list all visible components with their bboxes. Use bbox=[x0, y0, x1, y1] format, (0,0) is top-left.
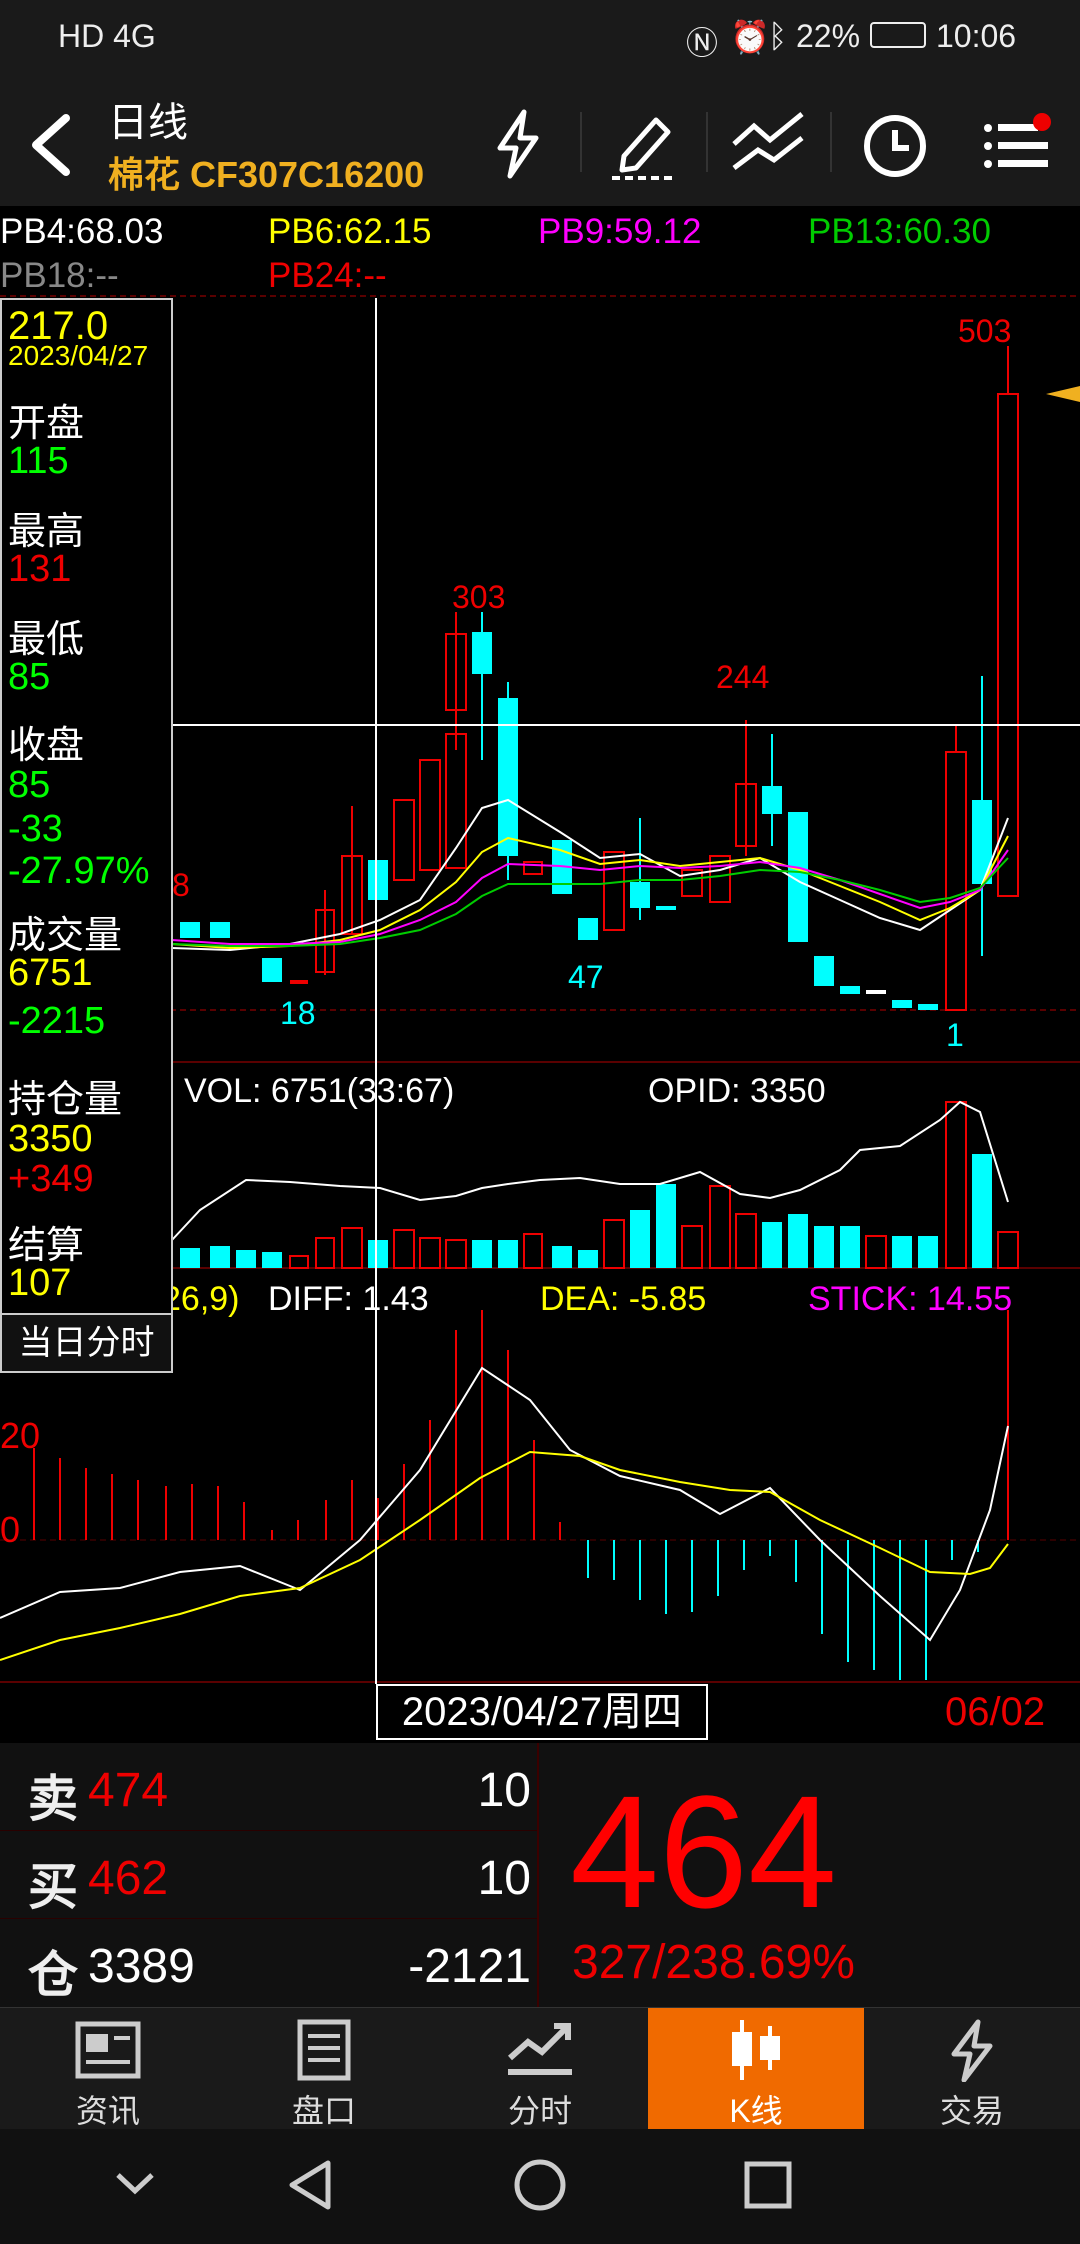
position-label: 仓 bbox=[28, 1947, 78, 2003]
last-price: 464 bbox=[570, 1762, 837, 1941]
page-title: 日线 bbox=[108, 101, 188, 145]
nfc-icon: Ⓝ bbox=[686, 25, 719, 61]
vol-label: VOL: 6751(33:67) bbox=[184, 1072, 454, 1110]
bluetooth-icon: ᛒ bbox=[768, 18, 788, 54]
contract-name: 棉花 CF307C16200 bbox=[108, 154, 425, 195]
peak-label-244: 244 bbox=[716, 659, 769, 695]
info-change-pct: -27.97% bbox=[8, 850, 150, 892]
clock: 10:06 bbox=[936, 18, 1017, 54]
low-label-47: 47 bbox=[568, 959, 604, 995]
system-nav-bar bbox=[0, 2129, 1080, 2244]
diff-label: DIFF: 1.43 bbox=[268, 1280, 429, 1318]
info-settle-label: 结算 bbox=[8, 1225, 85, 1267]
candles bbox=[180, 346, 1019, 1011]
info-close-label: 收盘 bbox=[8, 725, 85, 767]
peak-label-503: 503 bbox=[958, 313, 1011, 349]
position-change: -2121 bbox=[408, 1940, 531, 1993]
ask-label: 卖 bbox=[28, 1771, 78, 1827]
bid-row: 买 462 10 bbox=[0, 1831, 537, 1919]
nav-back-icon[interactable] bbox=[282, 2157, 338, 2213]
info-high: 131 bbox=[8, 548, 72, 590]
tab-trade[interactable]: 交易 bbox=[864, 2008, 1080, 2130]
position-row: 仓 3389 -2121 bbox=[0, 1919, 537, 2007]
last-price-arrow-icon bbox=[1046, 386, 1080, 402]
info-oi-change: +349 bbox=[8, 1158, 94, 1200]
stick-label: STICK: 14.55 bbox=[808, 1280, 1012, 1318]
menu-icon[interactable] bbox=[978, 104, 1058, 184]
info-volume: 6751 bbox=[8, 952, 93, 994]
tab-intraday-label: 分时 bbox=[507, 2093, 572, 2129]
news-icon bbox=[75, 2021, 141, 2079]
info-oi-label: 持仓量 bbox=[8, 1079, 123, 1121]
app-header: 日线 棉花 CF307C16200 bbox=[0, 80, 1080, 206]
info-settle: 107 bbox=[8, 1262, 72, 1304]
tab-news-label: 资讯 bbox=[75, 2093, 140, 2129]
end-date-label: 06/02 bbox=[945, 1690, 1046, 1734]
candlestick-icon bbox=[732, 2020, 780, 2080]
quote-panel: 卖 474 10 买 462 10 仓 3389 -2121 bbox=[0, 1743, 1080, 2007]
history-clock-icon[interactable] bbox=[855, 104, 935, 184]
draw-pen-icon[interactable] bbox=[604, 104, 684, 184]
opid-label: OPID: 3350 bbox=[648, 1072, 826, 1110]
macd-bars bbox=[33, 1310, 1009, 1680]
ask-row: 卖 474 10 bbox=[0, 1743, 537, 1831]
tab-orderbook-label: 盘口 bbox=[291, 2093, 356, 2129]
volume-bars bbox=[180, 1101, 1019, 1269]
ask-qty: 10 bbox=[477, 1764, 531, 1817]
collapse-chevron-icon[interactable] bbox=[110, 2159, 160, 2209]
position-value: 3389 bbox=[88, 1940, 195, 1993]
tab-trade-label: 交易 bbox=[939, 2093, 1004, 2129]
bid-qty: 10 bbox=[477, 1852, 531, 1905]
intraday-icon bbox=[508, 2023, 572, 2075]
tab-intraday[interactable]: 分时 bbox=[432, 2008, 648, 2130]
info-open-label: 开盘 bbox=[8, 403, 85, 445]
info-close: 85 bbox=[8, 764, 51, 806]
info-change: -33 bbox=[8, 808, 63, 850]
tab-orderbook[interactable]: 盘口 bbox=[216, 2008, 432, 2130]
low-label-18: 18 bbox=[280, 995, 316, 1031]
alarm-icon: ⏰ bbox=[730, 19, 770, 55]
battery-percent: 22% bbox=[796, 18, 861, 54]
info-volume-change: -2215 bbox=[8, 1000, 106, 1042]
bottom-tab-bar: 资讯 盘口 分时 K线 交易 bbox=[0, 2007, 1080, 2130]
macd-param-label: 26,9) bbox=[162, 1280, 240, 1318]
low-label-1: 1 bbox=[946, 1017, 964, 1053]
ask-price: 474 bbox=[88, 1764, 169, 1817]
orderbook-icon bbox=[297, 2019, 351, 2081]
price-change: 327/238.69% bbox=[572, 1936, 855, 1989]
nav-recents-icon[interactable] bbox=[742, 2159, 794, 2211]
peak-label-303: 303 bbox=[452, 579, 505, 615]
battery-icon bbox=[870, 22, 926, 48]
tab-kline[interactable]: K线 bbox=[648, 2008, 864, 2130]
info-oi: 3350 bbox=[8, 1118, 93, 1160]
bar-info-panel: 217.0 2023/04/27 开盘 115 最高 131 最低 85 收盘 … bbox=[0, 298, 173, 1373]
info-open: 115 bbox=[8, 440, 69, 482]
macd-axis-0: 0 bbox=[0, 1509, 20, 1550]
bid-price: 462 bbox=[88, 1852, 169, 1905]
edge-label-8: 8 bbox=[172, 867, 190, 903]
lightning-icon[interactable] bbox=[478, 104, 558, 184]
bid-label: 买 bbox=[28, 1859, 78, 1915]
info-volume-label: 成交量 bbox=[8, 915, 123, 957]
nav-home-icon[interactable] bbox=[512, 2157, 568, 2213]
tab-kline-label: K线 bbox=[729, 2093, 783, 2129]
back-button[interactable] bbox=[18, 110, 88, 180]
info-low: 85 bbox=[8, 656, 51, 698]
status-bar: HD 4G Ⓝ ⏰ ᛒ 22% 10:06 bbox=[0, 0, 1080, 80]
trade-icon bbox=[951, 2019, 993, 2082]
indicator-icon[interactable] bbox=[728, 104, 808, 184]
tab-news[interactable]: 资讯 bbox=[0, 2008, 216, 2130]
info-low-label: 最低 bbox=[8, 619, 85, 661]
network-status: HD 4G bbox=[58, 18, 156, 54]
info-high-label: 最高 bbox=[8, 511, 85, 553]
cursor-date-tag: 2023/04/27周四 bbox=[376, 1684, 708, 1740]
info-date: 2023/04/27 bbox=[8, 340, 149, 371]
today-intraday-button[interactable]: 当日分时 bbox=[0, 1313, 173, 1373]
dea-label: DEA: -5.85 bbox=[540, 1280, 706, 1318]
